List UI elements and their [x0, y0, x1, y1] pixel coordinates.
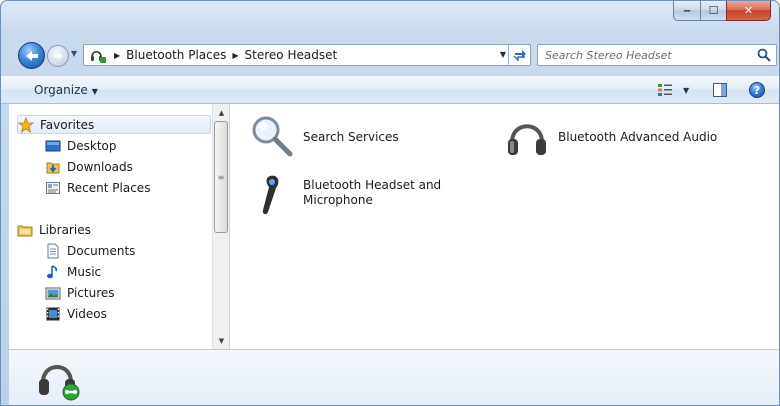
chevron-down-icon: ▼ — [91, 87, 98, 96]
sidebar-item-downloads[interactable]: Downloads — [45, 157, 211, 176]
sidebar-item-label: Music — [67, 264, 102, 279]
headset-location-icon — [88, 47, 108, 63]
item-label: Bluetooth Headset and Microphone — [303, 178, 442, 207]
sidebar-item-favorites[interactable]: Favorites — [17, 115, 211, 134]
forward-button[interactable] — [47, 45, 69, 67]
recent-places-icon — [46, 181, 60, 194]
breadcrumb-bluetooth-places[interactable]: Bluetooth Places — [126, 48, 226, 62]
organize-label: Organize — [34, 83, 88, 97]
sidebar-item-label: Recent Places — [67, 180, 151, 195]
sidebar-item-music[interactable]: Music — [45, 262, 211, 281]
command-bar: Organize ▼ ▼ ? — [1, 75, 779, 104]
star-icon — [18, 116, 34, 133]
breadcrumb-separator-icon[interactable]: ▶ — [232, 51, 238, 60]
libraries-icon — [17, 225, 33, 236]
item-bluetooth-headset-and-microphone[interactable]: Bluetooth Headset and Microphone — [248, 170, 478, 218]
title-bar: ‒ ☐ ✕ — [1, 1, 779, 37]
downloads-icon — [46, 162, 60, 173]
item-label: Bluetooth Advanced Audio — [558, 130, 718, 144]
caption-buttons: ‒ ☐ ✕ — [673, 1, 771, 21]
sidebar-item-label: Libraries — [39, 222, 91, 237]
sidebar-item-documents[interactable]: Documents — [45, 241, 211, 260]
search-icon[interactable] — [756, 47, 772, 63]
documents-icon — [47, 243, 59, 258]
desktop-icon — [45, 140, 61, 151]
item-label: Search Services — [303, 130, 399, 144]
search-input[interactable] — [538, 45, 750, 65]
organize-button[interactable]: Organize ▼ — [34, 83, 98, 97]
sidebar-item-label: Favorites — [40, 117, 95, 132]
item-bluetooth-advanced-audio[interactable]: Bluetooth Advanced Audio — [503, 112, 773, 160]
file-list: Search Services Bluetooth Advanced Audio… — [230, 104, 779, 349]
sidebar-item-label: Pictures — [67, 285, 115, 300]
headphones-icon — [508, 124, 546, 155]
refresh-button[interactable] — [508, 45, 530, 65]
help-icon[interactable]: ? — [749, 82, 765, 98]
sidebar-item-label: Videos — [67, 306, 107, 321]
music-icon — [47, 264, 58, 278]
address-bar[interactable]: ▶ Bluetooth Places ▶ Stereo Headset ▼ — [83, 44, 531, 66]
sidebar-item-recent-places[interactable]: Recent Places — [45, 178, 211, 197]
sidebar-item-videos[interactable]: Videos — [45, 304, 211, 323]
arrow-right-icon — [53, 52, 63, 60]
magnifier-icon — [252, 116, 293, 157]
address-history-dropdown[interactable]: ▼ — [500, 50, 506, 59]
sidebar-item-pictures[interactable]: Pictures — [45, 283, 211, 302]
sidebar-item-desktop[interactable]: Desktop — [45, 136, 211, 155]
sidebar-item-label: Downloads — [67, 159, 133, 174]
refresh-icon — [512, 50, 526, 61]
details-pane — [9, 349, 779, 405]
arrow-left-icon — [25, 50, 38, 61]
sidebar-item-label: Desktop — [67, 138, 117, 153]
videos-icon — [46, 307, 60, 320]
sidebar-item-label: Documents — [67, 243, 136, 258]
headphones-connected-icon — [39, 365, 80, 401]
earpiece-icon — [262, 175, 279, 215]
explorer-window: ‒ ☐ ✕ ▼ ▶ Bluetooth Places ▶ Stereo Head… — [0, 0, 780, 406]
scroll-thumb[interactable]: ≡ — [214, 121, 228, 233]
recent-pages-dropdown[interactable]: ▼ — [71, 49, 77, 58]
view-options-icon — [658, 84, 672, 96]
navigation-row: ▼ ▶ Bluetooth Places ▶ Stereo Headset ▼ — [1, 41, 779, 71]
change-view-button[interactable]: ▼ — [657, 82, 693, 98]
pictures-icon — [45, 287, 61, 299]
scroll-up-button[interactable]: ▲ — [213, 104, 230, 121]
sidebar-item-libraries[interactable]: Libraries — [17, 220, 211, 239]
preview-pane-icon[interactable] — [713, 83, 727, 97]
item-search-services[interactable]: Search Services — [248, 112, 478, 160]
breadcrumb-stereo-headset[interactable]: Stereo Headset — [245, 48, 338, 62]
scroll-down-button[interactable]: ▼ — [213, 332, 230, 349]
chevron-down-icon: ▼ — [683, 85, 690, 95]
close-button[interactable]: ✕ — [726, 1, 771, 21]
back-button[interactable] — [18, 42, 45, 69]
breadcrumb-separator-icon[interactable]: ▶ — [114, 51, 120, 60]
search-box[interactable] — [537, 44, 777, 66]
minimize-button[interactable]: ‒ — [673, 1, 700, 21]
navigation-scrollbar[interactable]: ▲ ≡ ▼ — [212, 104, 229, 349]
navigation-pane: Favorites Desktop Downloads Recent Place… — [9, 104, 229, 349]
maximize-button[interactable]: ☐ — [700, 1, 726, 21]
